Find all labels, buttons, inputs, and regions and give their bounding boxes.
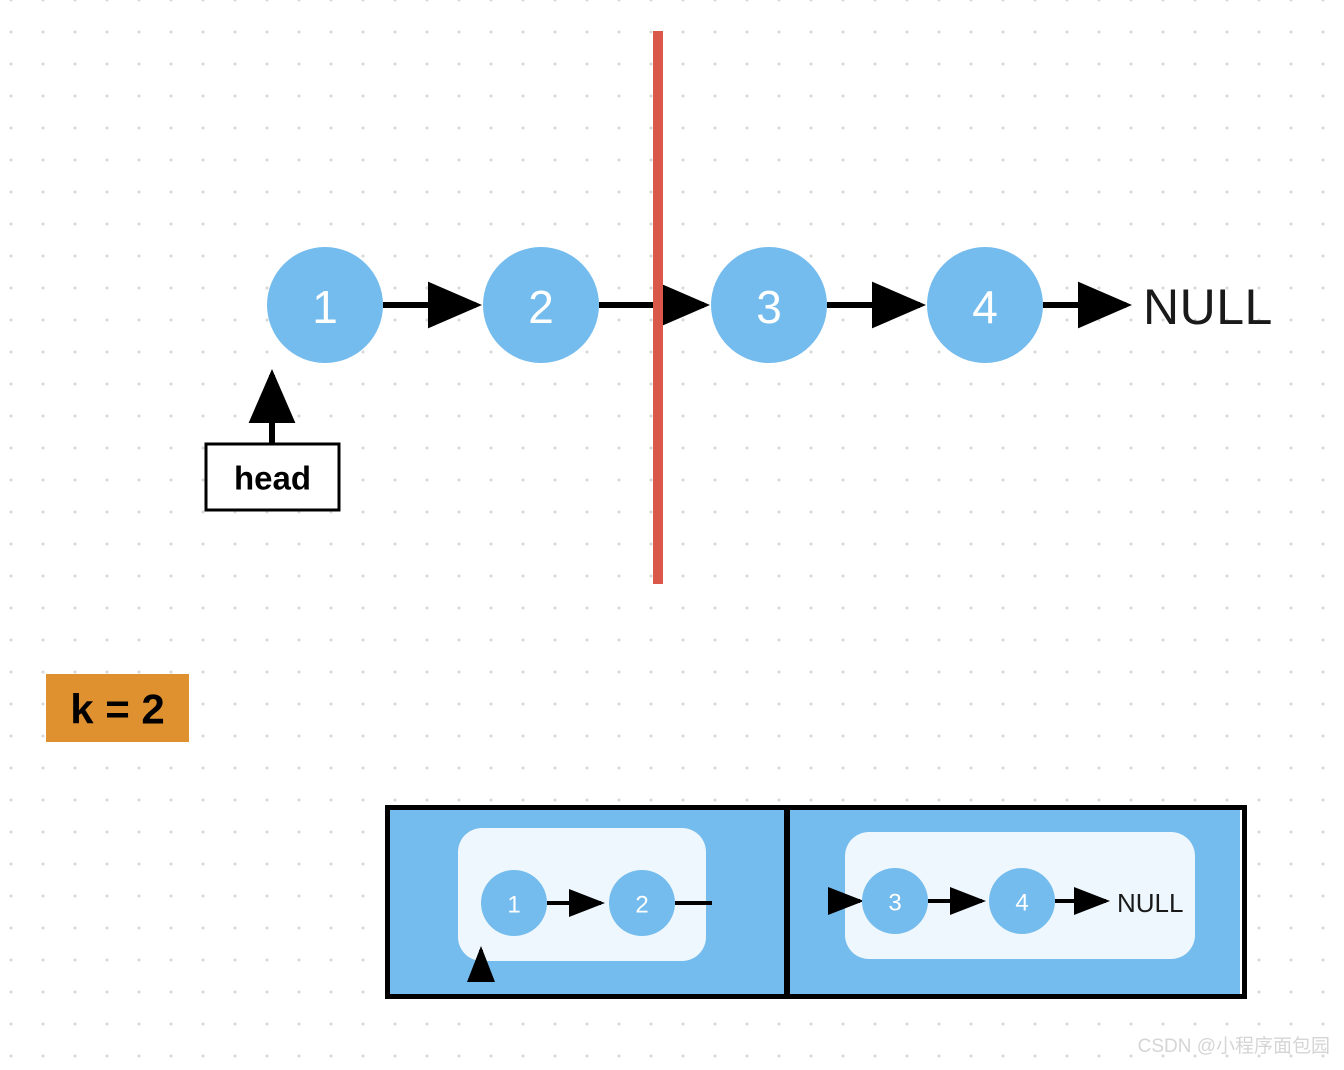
main-linked-list: 1 2 3 4 NULL: [267, 247, 1273, 363]
node-label-2: 2: [528, 281, 554, 333]
k-badge-label: k = 2: [70, 686, 165, 733]
node-label-sm-1: 1: [507, 892, 520, 919]
node-label-sm-4: 4: [1015, 890, 1028, 917]
null-terminator-label: NULL: [1143, 279, 1273, 335]
diagram-canvas: 1 2 3 4 NULL head k = 2 1 2 3 4 NULL CSD…: [0, 0, 1344, 1070]
node-label-4: 4: [972, 281, 998, 333]
bottom-split-panels: 1 2 3 4 NULL: [385, 805, 1247, 999]
k-value-badge: k = 2: [46, 674, 189, 742]
csdn-watermark: CSDN @小程序面包园: [1137, 1036, 1330, 1057]
head-pointer-label: head: [234, 460, 311, 497]
null-terminator-label-sm: NULL: [1117, 888, 1183, 918]
head-pointer: head: [204, 369, 341, 512]
diagram-svg: 1 2 3 4 NULL head k = 2 1 2 3 4 NULL: [46, 31, 1273, 999]
node-label-3: 3: [756, 281, 782, 333]
node-label-sm-2: 2: [635, 892, 648, 919]
node-label-sm-3: 3: [888, 890, 901, 917]
node-label-1: 1: [312, 281, 338, 333]
